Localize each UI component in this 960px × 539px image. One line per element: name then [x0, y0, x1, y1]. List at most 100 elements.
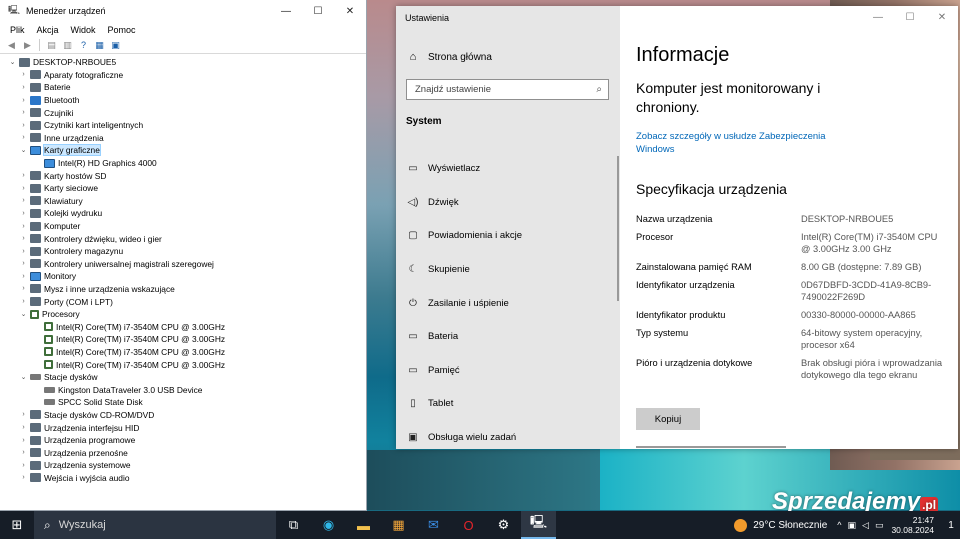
tree-node[interactable]: › Urządzenia przenośne — [0, 446, 366, 459]
device-manager-titlebar[interactable]: 🖳 Menedżer urządzeń — ☐ ✕ — [0, 0, 366, 22]
minimize-button[interactable]: — — [862, 6, 894, 28]
tree-node[interactable]: ⌄ DESKTOP-NRBOUE5 — [0, 56, 366, 69]
nav-item[interactable]: ▭ Pamięć — [396, 354, 620, 388]
tree-node[interactable]: › Urządzenia programowe — [0, 434, 366, 447]
tree-node[interactable]: › Czytniki kart inteligentnych — [0, 119, 366, 132]
nav-item[interactable]: ◁) Dźwięk — [396, 186, 620, 220]
properties-sheet-icon[interactable]: ▤ — [45, 39, 58, 51]
chevron-right-icon[interactable]: › — [19, 273, 28, 280]
tree-node[interactable]: Kingston DataTraveler 3.0 USB Device — [0, 383, 366, 396]
chevron-right-icon[interactable]: › — [19, 172, 28, 179]
spec-value[interactable]: DESKTOP-NRBOUE5 — [801, 213, 946, 225]
chevron-right-icon[interactable]: › — [19, 210, 28, 217]
properties-icon[interactable]: ▦ — [93, 39, 106, 51]
file-explorer-icon[interactable]: ▬ — [346, 511, 381, 539]
store-icon[interactable]: ▦ — [381, 511, 416, 539]
weather-widget[interactable]: 29°C Słonecznie — [734, 518, 827, 532]
network-icon[interactable]: ▣ — [848, 520, 857, 531]
security-details-link[interactable]: Zobacz szczegóły w usłudze Zabezpieczeni… — [636, 130, 846, 156]
chevron-right-icon[interactable]: › — [19, 437, 28, 444]
tree-node[interactable]: › Klawiatury — [0, 195, 366, 208]
start-button[interactable]: ⊞ — [0, 511, 34, 539]
settings-search-input[interactable]: Znajdź ustawienie ⌕ — [406, 79, 609, 100]
maximize-button[interactable]: ☐ — [302, 0, 334, 22]
tree-node[interactable]: › Urządzenia systemowe — [0, 459, 366, 472]
chevron-down-icon[interactable]: ⌄ — [19, 310, 28, 318]
taskbar-search[interactable]: ⌕ Wyszukaj — [34, 511, 276, 539]
list-view-icon[interactable]: ▥ — [61, 39, 74, 51]
spec-value[interactable]: Intel(R) Core(TM) i7-3540M CPU @ 3.00GHz… — [801, 231, 946, 255]
opera-icon[interactable]: O — [451, 511, 486, 539]
sidebar-scrollbar[interactable] — [617, 156, 619, 301]
tree-node[interactable]: › Kontrolery magazynu — [0, 245, 366, 258]
chevron-right-icon[interactable]: › — [19, 235, 28, 242]
device-manager-icon[interactable]: 🖳 — [521, 511, 556, 539]
menu-help[interactable]: Pomoc — [108, 25, 136, 35]
tree-node[interactable]: › Karty hostów SD — [0, 169, 366, 182]
maximize-button[interactable]: ☐ — [894, 6, 926, 28]
nav-item[interactable]: ▣ Obsługa wielu zadań — [396, 421, 620, 455]
chevron-right-icon[interactable]: › — [19, 248, 28, 255]
chevron-right-icon[interactable]: › — [19, 474, 28, 481]
nav-item[interactable]: ⏻ Zasilanie i uśpienie — [396, 286, 620, 320]
chevron-right-icon[interactable]: › — [19, 197, 28, 204]
chevron-right-icon[interactable]: › — [19, 462, 28, 469]
tree-node[interactable]: SPCC Solid State Disk — [0, 396, 366, 409]
spec-value[interactable]: Brak obsługi pióra i wprowadzania dotyko… — [801, 357, 946, 381]
tree-node[interactable]: › Kontrolery dźwięku, wideo i gier — [0, 232, 366, 245]
tree-node[interactable]: › Kolejki wydruku — [0, 207, 366, 220]
nav-item[interactable]: ▢ Powiadomienia i akcje — [396, 219, 620, 253]
tree-node[interactable]: ⌄ Karty graficzne — [0, 144, 366, 157]
chevron-right-icon[interactable]: › — [19, 71, 28, 78]
tree-node[interactable]: › Stacje dysków CD-ROM/DVD — [0, 409, 366, 422]
edge-icon[interactable]: ◉ — [311, 511, 346, 539]
nav-item[interactable]: ▭ Wyświetlacz — [396, 152, 620, 186]
chevron-right-icon[interactable]: › — [19, 449, 28, 456]
tree-node[interactable]: › Kontrolery uniwersalnej magistrali szer… — [0, 258, 366, 271]
chevron-down-icon[interactable]: ⌄ — [19, 146, 28, 154]
nav-item[interactable]: ☾ Skupienie — [396, 253, 620, 287]
chevron-right-icon[interactable]: › — [19, 260, 28, 267]
forward-icon[interactable]: ▶ — [21, 39, 34, 51]
volume-icon[interactable]: ◁ — [862, 520, 869, 531]
tree-node[interactable]: › Czujniki — [0, 106, 366, 119]
tree-node[interactable]: Intel(R) Core(TM) i7-3540M CPU @ 3.00GHz — [0, 320, 366, 333]
chevron-down-icon[interactable]: ⌄ — [19, 373, 28, 381]
tree-node[interactable]: ⌄ Procesory — [0, 308, 366, 321]
tree-node[interactable]: › Komputer — [0, 220, 366, 233]
close-button[interactable]: ✕ — [334, 0, 366, 22]
notification-center-button[interactable]: 1 — [942, 520, 960, 531]
settings-icon[interactable]: ⚙ — [486, 511, 521, 539]
menu-file[interactable]: Plik — [10, 25, 25, 35]
help-icon[interactable]: ? — [77, 39, 90, 51]
chevron-right-icon[interactable]: › — [19, 97, 28, 104]
chevron-up-icon[interactable]: ^ — [837, 520, 841, 531]
clock[interactable]: 21:47 30.08.2024 — [891, 515, 934, 535]
chevron-right-icon[interactable]: › — [19, 109, 28, 116]
tree-node[interactable]: › Wejścia i wyjścia audio — [0, 472, 366, 485]
chevron-right-icon[interactable]: › — [19, 134, 28, 141]
minimize-button[interactable]: — — [270, 0, 302, 22]
tree-node[interactable]: Intel(R) HD Graphics 4000 — [0, 157, 366, 170]
tree-node[interactable]: › Karty sieciowe — [0, 182, 366, 195]
tree-node[interactable]: › Inne urządzenia — [0, 132, 366, 145]
tree-node[interactable]: › Baterie — [0, 81, 366, 94]
main-scrollbar[interactable] — [636, 446, 786, 448]
scan-hardware-icon[interactable]: ▣ — [109, 39, 122, 51]
tree-node[interactable]: › Urządzenia interfejsu HID — [0, 421, 366, 434]
spec-value[interactable]: 64-bitowy system operacyjny, procesor x6… — [801, 327, 946, 351]
chevron-right-icon[interactable]: › — [19, 122, 28, 129]
tree-node[interactable]: Intel(R) Core(TM) i7-3540M CPU @ 3.00GHz — [0, 346, 366, 359]
chevron-right-icon[interactable]: › — [19, 285, 28, 292]
close-button[interactable]: ✕ — [926, 6, 958, 28]
menu-action[interactable]: Akcja — [37, 25, 59, 35]
chevron-down-icon[interactable]: ⌄ — [8, 58, 17, 66]
nav-item[interactable]: ▯ Tablet — [396, 387, 620, 421]
spec-value[interactable]: 8.00 GB (dostępne: 7.89 GB) — [801, 261, 946, 273]
spec-value[interactable]: 0D67DBFD-3CDD-41A9-8CB9-7490022F269D — [801, 279, 946, 303]
chevron-right-icon[interactable]: › — [19, 84, 28, 91]
back-icon[interactable]: ◀ — [5, 39, 18, 51]
nav-home[interactable]: ⌂ Strona główna — [406, 51, 492, 63]
nav-item[interactable]: ▭ Bateria — [396, 320, 620, 354]
tree-node[interactable]: Intel(R) Core(TM) i7-3540M CPU @ 3.00GHz — [0, 358, 366, 371]
